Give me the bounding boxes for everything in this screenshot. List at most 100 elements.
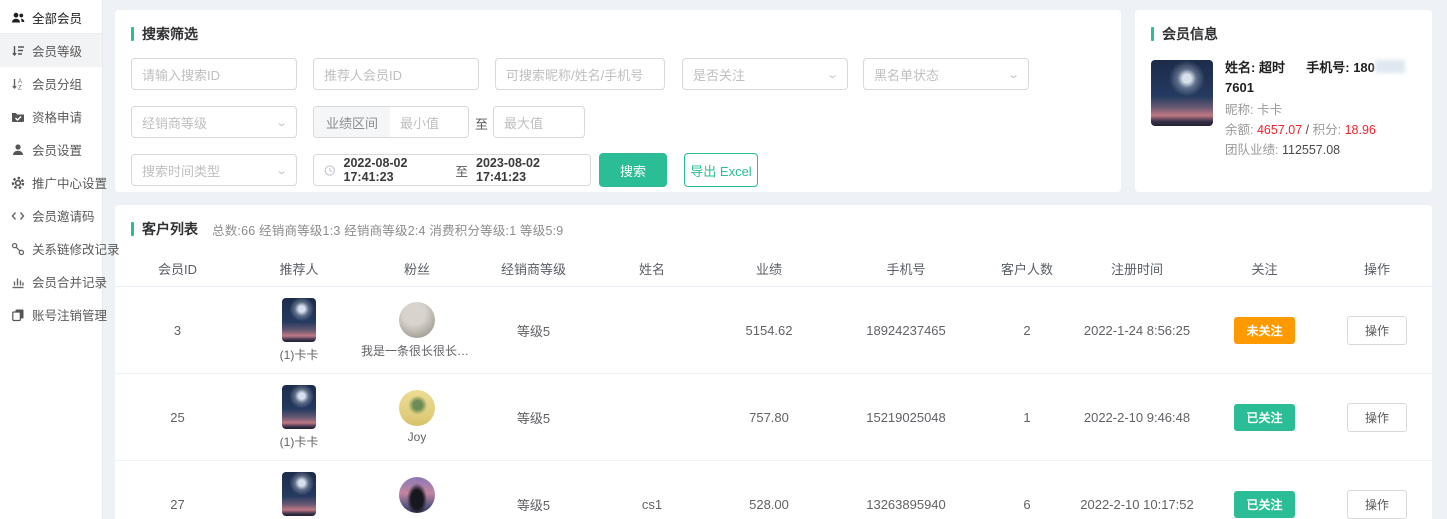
action-button[interactable]: 操作	[1347, 490, 1407, 519]
team-perf-value: 112557.08	[1282, 143, 1340, 157]
sidebar-item-label: 资格申请	[32, 107, 82, 126]
time-type-select[interactable]: 搜索时间类型 ⌄	[131, 154, 297, 186]
perf-min-input[interactable]: 最小值	[390, 107, 449, 137]
file-copy-icon	[11, 308, 25, 322]
sidebar-item-merge-log[interactable]: 会员合并记录	[0, 265, 102, 298]
sidebar-item-promo-settings[interactable]: 推广中心设置	[0, 166, 102, 199]
sidebar-item-relation-log[interactable]: 关系链修改记录	[0, 232, 102, 265]
referrer-avatar	[282, 385, 316, 429]
title-accent-bar	[131, 27, 134, 41]
cell-customer-count: 2	[987, 323, 1067, 338]
svg-text:A: A	[18, 79, 22, 85]
col-referrer: 推荐人	[240, 259, 358, 278]
member-avatar	[1151, 60, 1213, 126]
referrer-id-input[interactable]: 推荐人会员ID	[313, 58, 479, 90]
code-icon	[11, 209, 25, 223]
folder-check-icon	[11, 110, 25, 124]
sidebar-item-account-cancel[interactable]: 账号注销管理	[0, 298, 102, 331]
perf-range-group: 业绩区间 最小值	[313, 106, 469, 138]
chart-icon	[11, 275, 25, 289]
team-perf-label: 团队业绩:	[1225, 143, 1278, 157]
sidebar-item-label: 会员合并记录	[32, 272, 107, 291]
table-header-row: 会员ID 推荐人 粉丝 经销商等级 姓名 业绩 手机号 客户人数 注册时间 关注…	[115, 251, 1432, 287]
cell-customer-count: 6	[987, 497, 1067, 512]
blacklist-select-value: 黑名单状态	[874, 65, 939, 84]
member-nick: 卡卡	[1257, 103, 1282, 117]
sidebar-item-invite-code[interactable]: 会员邀请码	[0, 199, 102, 232]
cell-member-id: 27	[115, 497, 240, 512]
export-excel-button[interactable]: 导出 Excel	[684, 153, 758, 187]
user-icon	[11, 143, 25, 157]
balance-label: 余额:	[1225, 123, 1253, 137]
referrer-name: (1)卡卡	[280, 433, 319, 450]
cell-phone: 15219025048	[825, 410, 987, 425]
member-name-phone-line: 姓名: 超时 手机号: 1807601	[1225, 58, 1420, 98]
date-range-input[interactable]: 2022-08-02 17:41:23 至 2023-08-02 17:41:2…	[313, 154, 591, 186]
referrer-avatar	[282, 472, 316, 516]
list-title-text: 客户列表	[142, 219, 198, 239]
sort-list-icon	[11, 44, 25, 58]
member-team-line: 团队业绩: 112557.08	[1225, 140, 1420, 160]
sidebar-item-label: 全部会员	[32, 8, 82, 27]
chevron-down-icon: ⌄	[1007, 68, 1020, 81]
follow-badge: 已关注	[1234, 491, 1294, 518]
search-button[interactable]: 搜索	[599, 153, 667, 187]
table-row: 27 (1)卡卡 Lazy Cat 等级5 cs1 528.00 1326389…	[115, 461, 1432, 519]
fan-name: Joy	[408, 430, 427, 444]
perf-range-label: 业绩区间	[314, 107, 390, 137]
col-follow: 关注	[1207, 259, 1322, 278]
sidebar-item-member-group[interactable]: AZ 会员分组	[0, 67, 102, 100]
sidebar-item-label: 会员邀请码	[32, 206, 95, 225]
table-row: 25 (1)卡卡 Joy 等级5 757.80 15219025048 1 20…	[115, 374, 1432, 461]
action-button[interactable]: 操作	[1347, 403, 1407, 432]
sort-az-icon: AZ	[11, 77, 25, 91]
cell-performance: 528.00	[713, 497, 825, 512]
sidebar-item-label: 会员等级	[32, 41, 82, 60]
range-to-label: 至	[475, 114, 488, 133]
sidebar-item-member-settings[interactable]: 会员设置	[0, 133, 102, 166]
dealer-level-select[interactable]: 经销商等级 ⌄	[131, 106, 297, 138]
time-type-value: 搜索时间类型	[142, 161, 220, 180]
col-fan: 粉丝	[358, 259, 476, 278]
member-title-text: 会员信息	[1162, 24, 1218, 44]
title-accent-bar	[1151, 27, 1154, 41]
points-label: 积分:	[1313, 123, 1341, 137]
fan-avatar	[399, 302, 435, 338]
phone-label: 手机号:	[1306, 60, 1349, 75]
sidebar-item-member-level[interactable]: 会员等级	[0, 34, 102, 67]
col-name: 姓名	[591, 259, 713, 278]
sidebar-item-all-members[interactable]: 全部会员	[0, 2, 102, 34]
phone-redaction-blur	[1375, 60, 1405, 73]
sidebar-item-qualification[interactable]: 资格申请	[0, 100, 102, 133]
chevron-down-icon: ⌄	[826, 68, 839, 81]
cell-member-id: 25	[115, 410, 240, 425]
col-customer-count: 客户人数	[987, 259, 1067, 278]
keyword-input[interactable]: 可搜索昵称/姓名/手机号	[495, 58, 665, 90]
svg-text:Z: Z	[18, 85, 22, 91]
name-label: 姓名:	[1225, 60, 1255, 75]
search-id-input[interactable]: 请输入搜索ID	[131, 58, 297, 90]
follow-select-value: 是否关注	[693, 65, 745, 84]
perf-max-input[interactable]: 最大值	[493, 106, 585, 138]
nick-label: 昵称:	[1225, 103, 1253, 117]
cell-reg-time: 2022-1-24 8:56:25	[1067, 323, 1207, 338]
date-to-label: 至	[456, 161, 469, 180]
col-performance: 业绩	[713, 259, 825, 278]
cell-name: cs1	[591, 497, 713, 512]
blacklist-select[interactable]: 黑名单状态 ⌄	[863, 58, 1029, 90]
fan-avatar	[399, 477, 435, 513]
link-icon	[11, 242, 25, 256]
col-dealer-level: 经销商等级	[476, 259, 591, 278]
list-panel-title: 客户列表	[131, 219, 198, 239]
follow-select[interactable]: 是否关注 ⌄	[682, 58, 848, 90]
gear-icon	[11, 176, 25, 190]
cell-dealer-level: 等级5	[476, 495, 591, 514]
sidebar-item-label: 推广中心设置	[32, 173, 107, 192]
col-reg-time: 注册时间	[1067, 259, 1207, 278]
action-button[interactable]: 操作	[1347, 316, 1407, 345]
col-action: 操作	[1322, 259, 1432, 278]
cell-reg-time: 2022-2-10 10:17:52	[1067, 497, 1207, 512]
member-nick-line: 昵称: 卡卡	[1225, 100, 1420, 120]
member-balance-line: 余额: 4657.07 / 积分: 18.96	[1225, 120, 1420, 140]
cell-performance: 757.80	[713, 410, 825, 425]
